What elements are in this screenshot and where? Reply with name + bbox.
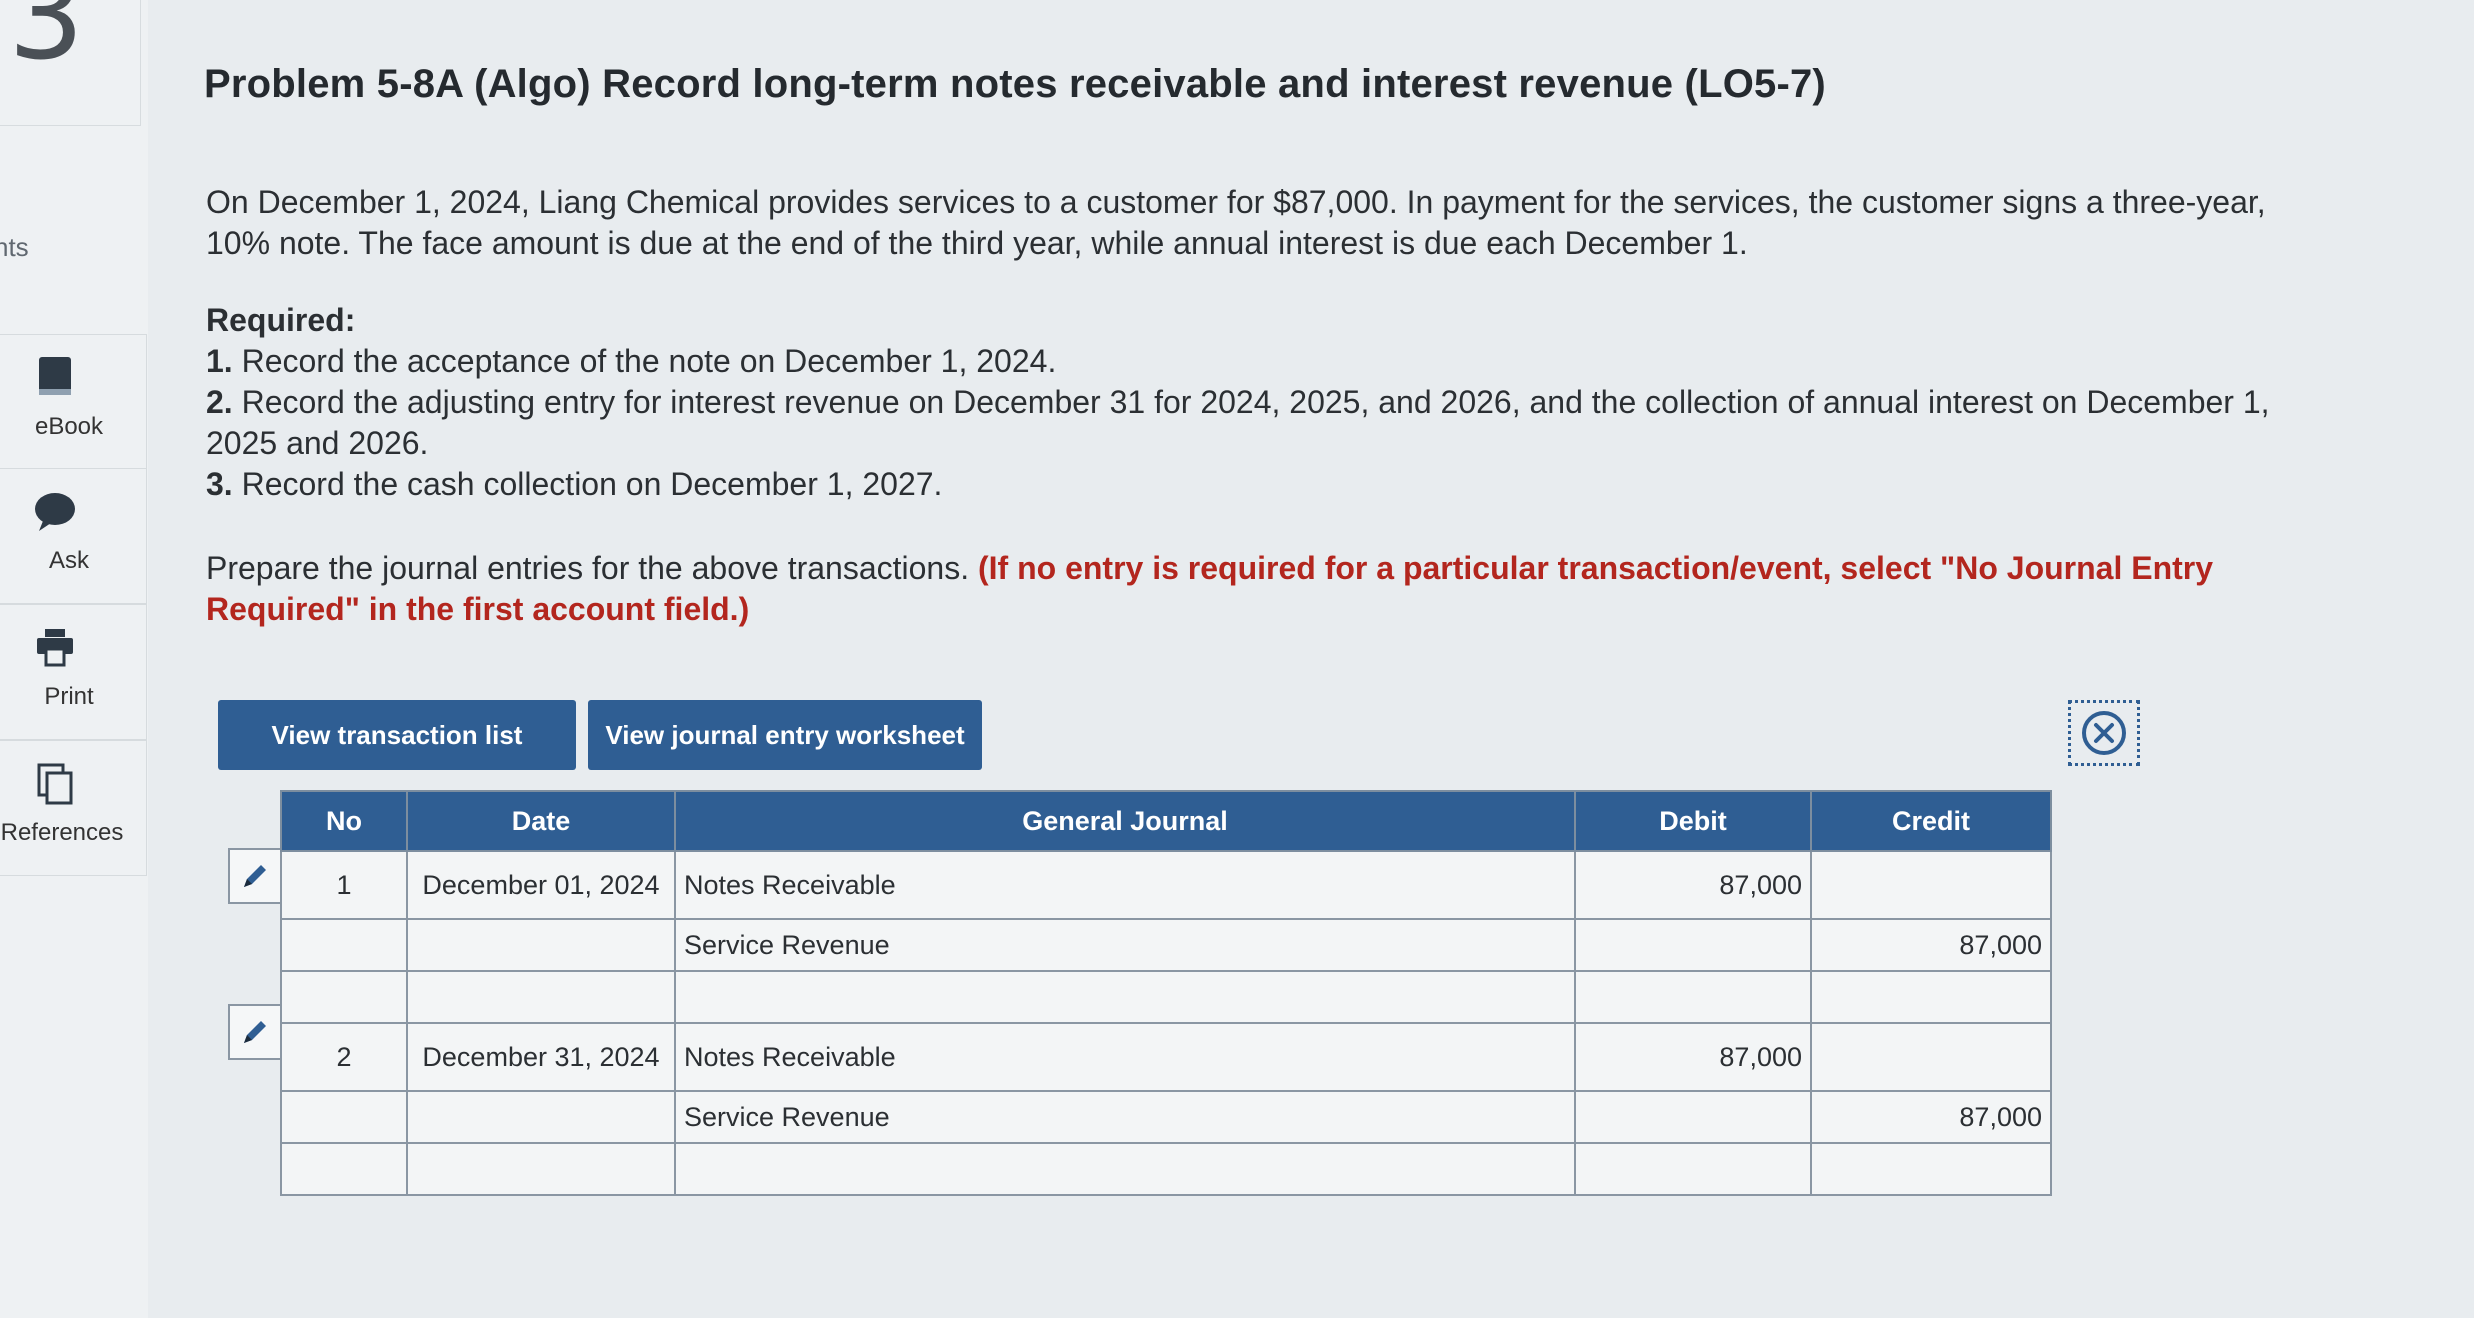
entry-credit[interactable]: [1810, 850, 2052, 920]
entry-date: [406, 918, 676, 972]
chat-bubble-icon: [33, 489, 77, 533]
entry-date: December 31, 2024: [406, 1022, 676, 1092]
entry-no: [280, 1090, 408, 1144]
entry-credit[interactable]: 87,000: [1810, 1090, 2052, 1144]
edit-entry-2-button[interactable]: [228, 1004, 282, 1060]
entry-account[interactable]: [674, 970, 1576, 1024]
problem-number: 3: [8, 0, 85, 87]
required-item: 3. Record the cash collection on Decembe…: [206, 466, 943, 502]
rail-cut-label: nts: [0, 232, 29, 262]
rail-item-print[interactable]: Print: [0, 604, 147, 740]
problem-intro: On December 1, 2024, Liang Chemical prov…: [206, 184, 2266, 261]
rail-item-label: eBook: [34, 413, 104, 440]
pencil-icon: [244, 865, 266, 887]
col-no-header: No: [280, 790, 408, 852]
table-header-row: No Date General Journal Debit Credit: [280, 790, 2052, 852]
entry-date: [406, 970, 676, 1024]
entry-debit[interactable]: [1574, 1142, 1812, 1196]
col-journal-header: General Journal: [674, 790, 1576, 852]
book-icon: [33, 355, 77, 399]
required-heading: Required:: [206, 302, 356, 338]
entry-account[interactable]: Service Revenue: [674, 918, 1576, 972]
table-row: [280, 970, 2052, 1024]
col-date-header: Date: [406, 790, 676, 852]
table-row: [280, 1142, 2052, 1196]
rail-item-ebook[interactable]: eBook: [0, 334, 147, 470]
view-transaction-list-button[interactable]: View transaction list: [218, 700, 576, 770]
entry-no: [280, 918, 408, 972]
rail-item-references[interactable]: References: [0, 740, 147, 876]
entry-credit[interactable]: 87,000: [1810, 918, 2052, 972]
table-row: 2 December 31, 2024 Notes Receivable 87,…: [280, 1022, 2052, 1092]
entry-account[interactable]: Notes Receivable: [674, 850, 1576, 920]
entry-account[interactable]: [674, 1142, 1576, 1196]
rail-item-label: References: [0, 819, 124, 846]
edit-entry-1-button[interactable]: [228, 848, 282, 904]
required-item: 2. Record the adjusting entry for intere…: [206, 384, 2270, 461]
page-title: Problem 5-8A (Algo) Record long-term not…: [204, 62, 1826, 106]
entry-no: 1: [280, 850, 408, 920]
entry-debit[interactable]: 87,000: [1574, 850, 1812, 920]
close-button[interactable]: [2068, 700, 2140, 766]
copy-pages-icon: [33, 761, 77, 805]
required-item: 1. Record the acceptance of the note on …: [206, 343, 1057, 379]
entry-credit[interactable]: [1810, 1142, 2052, 1196]
rail-item-label: Ask: [48, 547, 89, 574]
entry-no: 2: [280, 1022, 408, 1092]
problem-number-box: 3: [0, 0, 141, 126]
close-circle-icon: [2082, 711, 2126, 755]
entry-account[interactable]: Notes Receivable: [674, 1022, 1576, 1092]
entry-date: [406, 1090, 676, 1144]
entry-no: [280, 1142, 408, 1196]
col-credit-header: Credit: [1810, 790, 2052, 852]
table-row: Service Revenue 87,000: [280, 1090, 2052, 1144]
general-journal-table: No Date General Journal Debit Credit 1 D…: [280, 790, 2052, 1196]
entry-debit[interactable]: [1574, 918, 1812, 972]
entry-credit[interactable]: [1810, 970, 2052, 1024]
instruction-text: Prepare the journal entries for the abov…: [206, 550, 2214, 627]
entry-no: [280, 970, 408, 1024]
table-row: Service Revenue 87,000: [280, 918, 2052, 972]
entry-debit[interactable]: 87,000: [1574, 1022, 1812, 1092]
entry-account[interactable]: Service Revenue: [674, 1090, 1576, 1144]
view-journal-entry-worksheet-button[interactable]: View journal entry worksheet: [588, 700, 982, 770]
entry-debit[interactable]: [1574, 970, 1812, 1024]
left-sidebar: 3 nts eBook Ask Print References: [0, 0, 148, 1318]
table-row: 1 December 01, 2024 Notes Receivable 87,…: [280, 850, 2052, 920]
entry-date: December 01, 2024: [406, 850, 676, 920]
entry-debit[interactable]: [1574, 1090, 1812, 1144]
entry-credit[interactable]: [1810, 1022, 2052, 1092]
entry-date: [406, 1142, 676, 1196]
rail-item-label: Print: [44, 683, 94, 710]
col-debit-header: Debit: [1574, 790, 1812, 852]
printer-icon: [33, 625, 77, 669]
pencil-icon: [244, 1021, 266, 1043]
required-section: Required: 1. Record the acceptance of th…: [206, 300, 2336, 505]
rail-item-ask[interactable]: Ask: [0, 468, 147, 604]
